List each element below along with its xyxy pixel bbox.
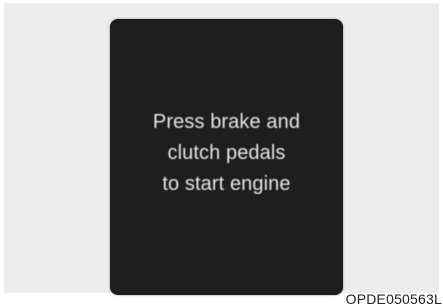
display-message-line-1: Press brake and [152, 110, 301, 133]
illustration-panel: Press brake and clutch pedals to start e… [4, 3, 439, 295]
display-message-line-2: clutch pedals [167, 141, 286, 164]
cluster-display-screen: Press brake and clutch pedals to start e… [110, 19, 343, 295]
display-message-line-3: to start engine [162, 172, 291, 195]
